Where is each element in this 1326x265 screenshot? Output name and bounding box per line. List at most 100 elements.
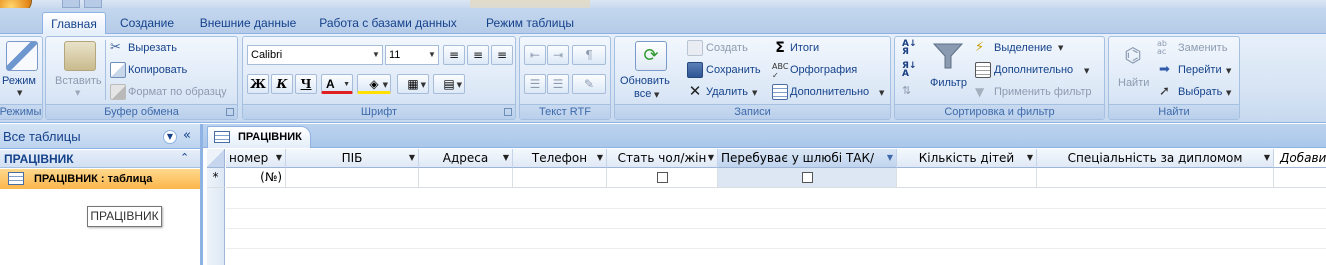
column-header[interactable]: Телефон ▼ xyxy=(513,149,607,168)
new-row-marker[interactable]: * xyxy=(207,168,225,188)
align-left-icon[interactable]: ≡ xyxy=(443,45,465,65)
document-tab[interactable]: ПРАЦІВНИК xyxy=(207,126,311,148)
gridlines-button[interactable]: ▦ ▼ xyxy=(397,74,429,94)
chevron-down-icon[interactable]: ▼ xyxy=(1226,89,1231,97)
nav-pane-header[interactable]: Все таблицы ▼ « xyxy=(0,124,200,149)
advanced-filter-button[interactable]: Дополнительно xyxy=(994,64,1073,76)
column-header[interactable]: Спеціальність за дипломом ▼ xyxy=(1037,149,1274,168)
table-cell[interactable] xyxy=(419,168,513,188)
nav-group-header[interactable]: ПРАЦІВНИК ⌃ xyxy=(0,150,200,168)
add-field-header[interactable]: Добави xyxy=(1274,149,1326,168)
gender-checkbox[interactable] xyxy=(657,172,668,183)
chevron-down-icon[interactable]: ▼ xyxy=(752,89,757,97)
fill-color-button[interactable]: ◈ ▼ xyxy=(357,74,391,94)
chevron-down-icon[interactable]: ▼ xyxy=(597,149,603,167)
tab-external-data[interactable]: Внешние данные xyxy=(192,12,304,34)
increase-indent-icon[interactable]: ⇥ xyxy=(547,45,569,65)
table-cell[interactable] xyxy=(1274,168,1326,188)
chevron-down-icon[interactable]: ▼ xyxy=(426,46,438,64)
refresh-all-button-line2[interactable]: все xyxy=(634,88,651,100)
collapse-pane-icon[interactable]: « xyxy=(183,128,191,143)
filter-icon[interactable] xyxy=(932,41,964,71)
chevron-down-icon[interactable]: ▼ xyxy=(879,89,884,97)
copy-button[interactable]: Копировать xyxy=(128,64,187,76)
bullets-icon[interactable]: ☰ xyxy=(547,74,569,94)
tab-create[interactable]: Создание xyxy=(110,12,184,34)
married-checkbox[interactable] xyxy=(802,172,813,183)
font-color-button[interactable]: A ▼ xyxy=(321,74,353,94)
chevron-down-icon[interactable]: ▼ xyxy=(409,149,415,167)
table-cell[interactable] xyxy=(897,168,1037,188)
column-header[interactable]: Адреса ▼ xyxy=(419,149,513,168)
chevron-down-icon[interactable]: ▼ xyxy=(276,149,282,167)
alternate-fill-button[interactable]: ▤ ▼ xyxy=(433,74,465,94)
tab-database-tools[interactable]: Работа с базами данных xyxy=(312,12,464,34)
chevron-down-icon[interactable]: ▼ xyxy=(1226,67,1231,75)
underline-button[interactable]: Ч xyxy=(295,74,317,94)
chevron-down-icon[interactable]: ▼ xyxy=(75,89,80,97)
toggle-filter-button[interactable]: Применить фильтр xyxy=(994,86,1092,98)
column-header-selected[interactable]: Перебуває у шлюбі ТАК/ ▼ xyxy=(718,149,897,168)
quick-access-undo-icon[interactable] xyxy=(84,0,102,8)
font-size-combo[interactable]: 11 ▼ xyxy=(385,45,439,65)
format-painter-button[interactable]: Формат по образцу xyxy=(128,86,227,98)
chevron-down-icon[interactable]: ▼ xyxy=(1084,67,1089,75)
sort-descending-icon[interactable]: Я↓ А xyxy=(902,62,918,79)
table-cell[interactable] xyxy=(1037,168,1274,188)
column-header[interactable]: Стать чол/жін ▼ xyxy=(607,149,718,168)
select-button[interactable]: Выбрать xyxy=(1178,86,1222,98)
table-cell[interactable] xyxy=(513,168,607,188)
quick-access-save-icon[interactable] xyxy=(62,0,80,8)
chevron-down-icon[interactable]: ▼ xyxy=(17,89,22,97)
clear-sort-icon[interactable]: ⇅ xyxy=(902,83,918,99)
goto-button[interactable]: Перейти xyxy=(1178,64,1222,76)
highlight-icon[interactable]: ✎ xyxy=(572,74,606,94)
chevron-down-icon[interactable]: ▼ xyxy=(708,149,714,167)
save-record-button[interactable]: Сохранить xyxy=(706,64,761,76)
italic-button[interactable]: К xyxy=(271,74,293,94)
chevron-down-icon[interactable]: ▼ xyxy=(1027,149,1033,167)
dialog-launcher-icon[interactable] xyxy=(226,108,234,116)
delete-record-button[interactable]: Удалить xyxy=(706,86,748,98)
select-all-corner[interactable] xyxy=(207,149,225,168)
chevron-down-icon[interactable]: ▼ xyxy=(457,76,462,94)
align-center-icon[interactable]: ≡ xyxy=(467,45,489,65)
chevron-down-icon[interactable]: ▼ xyxy=(654,91,659,99)
binoculars-icon[interactable]: ⌬ xyxy=(1117,41,1149,71)
more-records-button[interactable]: Дополнительно xyxy=(790,86,869,98)
column-header[interactable]: ПІБ ▼ xyxy=(286,149,419,168)
cut-button[interactable]: Вырезать xyxy=(128,42,177,54)
chevron-down-icon[interactable]: ▼ xyxy=(1058,44,1063,52)
dialog-launcher-icon[interactable] xyxy=(504,108,512,116)
numbering-icon[interactable]: ☰ xyxy=(524,74,546,94)
chevron-down-icon[interactable]: ▼ xyxy=(370,46,382,64)
align-right-icon[interactable]: ≡ xyxy=(491,45,513,65)
table-cell[interactable] xyxy=(286,168,419,188)
nav-item-table[interactable]: ПРАЦІВНИК : таблица xyxy=(0,169,200,189)
paste-button[interactable]: Вставить xyxy=(55,75,102,87)
chevron-up-icon[interactable]: ⌃ xyxy=(180,151,189,164)
filter-button[interactable]: Фильтр xyxy=(930,77,967,89)
chevron-down-icon[interactable]: ▼ xyxy=(163,130,177,144)
chevron-down-icon[interactable]: ▼ xyxy=(503,149,509,167)
selection-button[interactable]: Выделение xyxy=(994,42,1052,54)
new-record-button[interactable]: Создать xyxy=(706,42,748,54)
paragraph-direction-icon[interactable]: ¶ xyxy=(572,45,606,65)
tab-datasheet[interactable]: Режим таблицы xyxy=(476,12,584,34)
nav-pane-title[interactable]: Все таблицы xyxy=(3,129,81,144)
decrease-indent-icon[interactable]: ⇤ xyxy=(524,45,546,65)
refresh-all-button[interactable]: Обновить xyxy=(620,75,670,87)
totals-button[interactable]: Итоги xyxy=(790,42,819,54)
chevron-down-icon[interactable]: ▼ xyxy=(343,76,350,94)
spelling-button[interactable]: Орфография xyxy=(790,64,857,76)
find-button[interactable]: Найти xyxy=(1118,77,1149,89)
font-name-combo[interactable]: Calibri ▼ xyxy=(247,45,383,65)
refresh-icon[interactable]: ⟳ xyxy=(635,41,667,71)
bold-button[interactable]: Ж xyxy=(247,74,269,94)
paste-icon[interactable] xyxy=(64,41,96,71)
replace-button[interactable]: Заменить xyxy=(1178,42,1227,54)
tab-home[interactable]: Главная xyxy=(42,12,106,34)
chevron-down-icon[interactable]: ▼ xyxy=(887,149,893,167)
chevron-down-icon[interactable]: ▼ xyxy=(421,76,426,94)
column-header[interactable]: Кількість дітей ▼ xyxy=(897,149,1037,168)
